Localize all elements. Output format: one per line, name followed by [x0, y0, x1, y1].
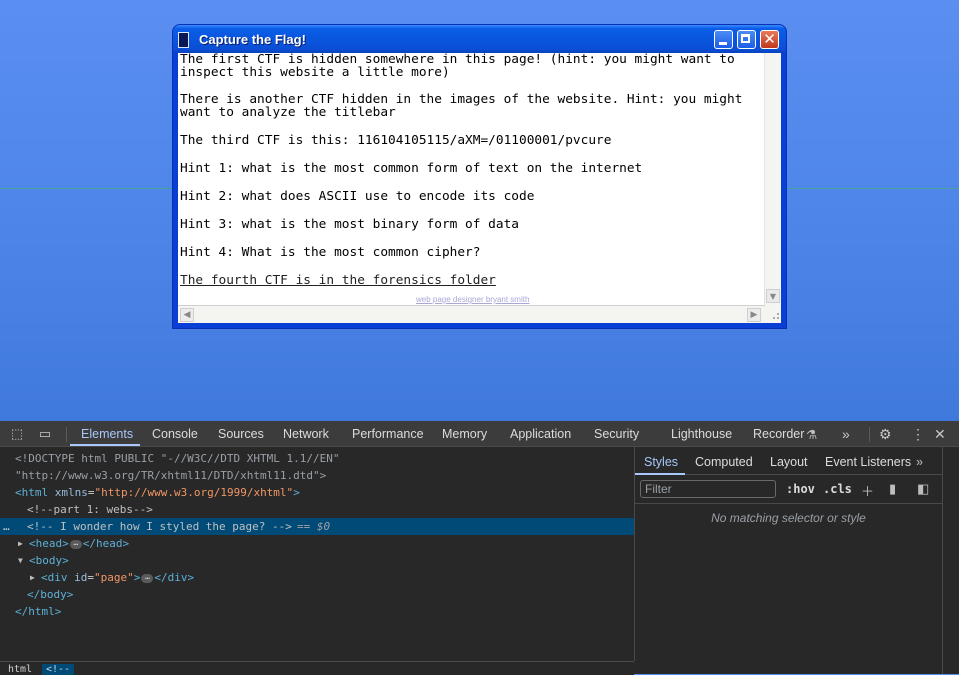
ctf-text-block: The first CTF is hidden somewhere in thi…: [180, 53, 760, 287]
close-devtools-icon[interactable]: ✕: [934, 426, 946, 443]
add-rule-icon[interactable]: ＋: [861, 481, 874, 500]
tab-network[interactable]: Network: [283, 427, 329, 441]
tab-console[interactable]: Console: [152, 427, 198, 441]
ctf-line-3: The third CTF is this: 116104105115/aXM=…: [180, 133, 612, 148]
hint-3: Hint 3: what is the most binary form of …: [180, 217, 519, 232]
forensics-link[interactable]: The fourth CTF is in the forensics folde…: [180, 273, 496, 288]
horizontal-scrollbar[interactable]: ◀ ▶: [178, 305, 765, 323]
tab-application[interactable]: Application: [510, 427, 571, 441]
ctf-window: Capture the Flag! ✕ The first CTF is hid…: [173, 25, 786, 328]
minimize-button[interactable]: [714, 30, 733, 49]
inspect-element-icon[interactable]: ⬚: [10, 427, 24, 441]
more-tabs-icon[interactable]: »: [842, 426, 850, 442]
hint-2: Hint 2: what does ASCII use to encode it…: [180, 189, 535, 204]
tab-security[interactable]: Security: [594, 427, 639, 441]
breadcrumb: html <!--: [0, 661, 634, 675]
scroll-right-icon[interactable]: ▶: [747, 308, 761, 322]
window-content: The first CTF is hidden somewhere in thi…: [178, 53, 781, 323]
window-title: Capture the Flag!: [199, 32, 306, 47]
hint-4: Hint 4: What is the most common cipher?: [180, 245, 481, 260]
tab-layout[interactable]: Layout: [770, 455, 808, 469]
tab-computed[interactable]: Computed: [695, 455, 753, 469]
dom-head[interactable]: ▶ <head>… </head>: [0, 535, 634, 552]
dom-doctype-1[interactable]: <!DOCTYPE html PUBLIC "-//W3C//DTD XHTML…: [0, 450, 634, 467]
resize-grip-icon[interactable]: [765, 305, 781, 323]
dom-doctype-2[interactable]: "http://www.w3.org/TR/xhtml11/DTD/xhtml1…: [0, 467, 634, 484]
dom-html-close[interactable]: </html>: [0, 603, 634, 620]
designer-credit-link[interactable]: web page designer bryant smith: [416, 295, 529, 304]
recorder-flask-icon: ⚗: [806, 428, 818, 442]
sidebar-toggle-icon[interactable]: ◧: [917, 481, 929, 497]
hint-1: Hint 1: what is the most common form of …: [180, 161, 643, 176]
more-panes-icon[interactable]: »: [916, 455, 923, 469]
breadcrumb-comment[interactable]: <!--: [42, 664, 75, 675]
tab-styles[interactable]: Styles: [644, 455, 678, 469]
window-titlebar[interactable]: Capture the Flag! ✕: [173, 25, 786, 53]
tab-recorder[interactable]: Recorder: [753, 427, 804, 441]
dom-body-close[interactable]: </body>: [0, 586, 634, 603]
devtools-panel: ⬚ ▭ Elements Console Sources Network Per…: [0, 421, 959, 675]
devtools-toolbar: ⬚ ▭ Elements Console Sources Network Per…: [0, 421, 959, 447]
dom-tree: <!DOCTYPE html PUBLIC "-//W3C//DTD XHTML…: [0, 447, 635, 661]
settings-gear-icon[interactable]: ⚙: [879, 426, 892, 443]
dom-div-page[interactable]: ▶ <div id="page">… </div>: [0, 569, 634, 586]
tab-memory[interactable]: Memory: [442, 427, 487, 441]
scroll-down-icon[interactable]: ▼: [766, 289, 780, 303]
tab-event-listeners[interactable]: Event Listeners: [825, 455, 911, 469]
dom-body-open[interactable]: ▼ <body>: [0, 552, 634, 569]
class-toggle-button[interactable]: .cls: [823, 482, 852, 496]
dom-html-open[interactable]: <html xmlns="http://www.w3.org/1999/xhtm…: [0, 484, 634, 501]
styles-pane: Styles Computed Layout Event Listeners »…: [635, 447, 942, 674]
close-icon: ✕: [763, 30, 776, 48]
scroll-left-icon[interactable]: ◀: [180, 308, 194, 322]
tab-performance[interactable]: Performance: [352, 427, 424, 441]
kebab-menu-icon[interactable]: ⋮: [911, 426, 925, 443]
ctf-line-2: There is another CTF hidden in the image…: [180, 92, 743, 120]
dom-comment-part1[interactable]: <!--part 1: webs-->: [0, 501, 634, 518]
no-match-message: No matching selector or style: [711, 511, 866, 525]
app-icon: [178, 32, 189, 48]
paint-brush-icon[interactable]: ▮: [889, 481, 896, 497]
hover-state-button[interactable]: :hov: [786, 482, 815, 496]
tab-elements[interactable]: Elements: [81, 427, 133, 441]
tab-lighthouse[interactable]: Lighthouse: [671, 427, 732, 441]
maximize-button[interactable]: [737, 30, 756, 49]
close-button[interactable]: ✕: [760, 30, 779, 49]
dom-selected-comment[interactable]: … <!-- I wonder how I styled the page? -…: [0, 518, 634, 535]
breadcrumb-html[interactable]: html: [8, 664, 32, 675]
page-area: Capture the Flag! ✕ The first CTF is hid…: [0, 0, 959, 421]
tab-sources[interactable]: Sources: [218, 427, 264, 441]
device-toggle-icon[interactable]: ▭: [38, 427, 52, 441]
ctf-line-1: The first CTF is hidden somewhere in thi…: [180, 53, 735, 80]
vertical-scrollbar[interactable]: ▼: [764, 53, 781, 305]
devtools-scrollbar[interactable]: [942, 447, 959, 674]
styles-filter-input[interactable]: Filter: [640, 480, 776, 498]
